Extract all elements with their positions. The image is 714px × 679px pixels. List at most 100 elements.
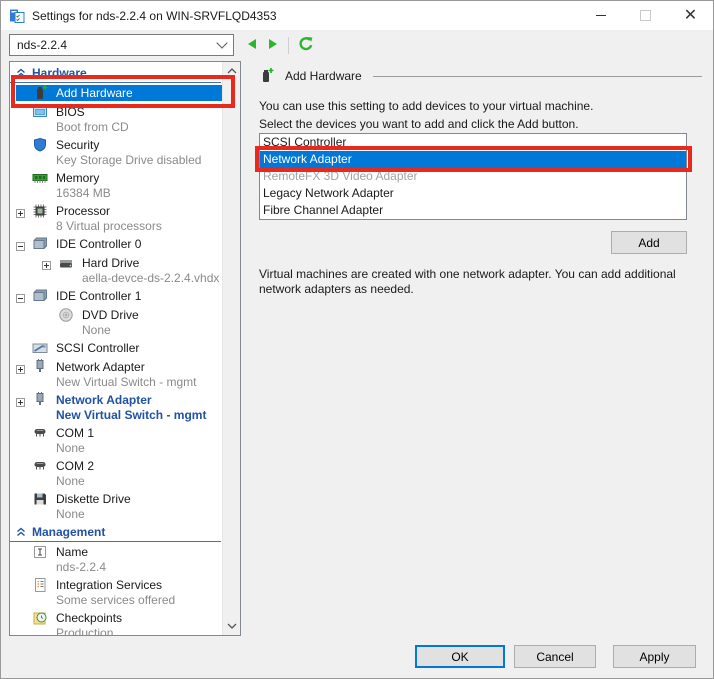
page-title: Add Hardware (285, 69, 362, 83)
add-button[interactable]: Add (611, 231, 687, 254)
chevron-down-icon (216, 37, 227, 48)
sidebar-item-sublabel: Some services offered (56, 593, 223, 607)
sidebar-item-label: Memory (56, 171, 99, 185)
refresh-icon (298, 36, 314, 55)
header-rule (373, 76, 702, 77)
sidebar-item-label: Network Adapter (56, 360, 145, 374)
expand-plus-icon[interactable] (16, 396, 25, 405)
expand-plus-icon[interactable] (16, 207, 25, 216)
sidebar-item-label: Security (56, 138, 99, 152)
security-shield-icon (32, 137, 48, 153)
sidebar-item-network-adapter[interactable]: Network AdapterNew Virtual Switch - mgmt (10, 392, 223, 422)
apply-button[interactable]: Apply (613, 645, 696, 668)
diskette-icon (32, 491, 48, 507)
device-item-network-adapter[interactable]: Network Adapter (260, 151, 686, 168)
chevrons-up-icon (16, 68, 26, 78)
hyperv-settings-icon (9, 8, 25, 24)
sidebar-section-hardware[interactable]: Hardware (10, 65, 221, 83)
device-item-remotefx-3d-video-adapter[interactable]: RemoteFX 3D Video Adapter (260, 168, 686, 185)
sidebar-item-dvd-drive[interactable]: DVD DriveNone (10, 307, 223, 337)
sidebar-item-checkpoints[interactable]: CheckpointsProduction (10, 610, 223, 635)
sidebar-item-label: IDE Controller 0 (56, 237, 141, 251)
refresh-button[interactable] (298, 36, 314, 55)
sidebar-item-processor[interactable]: Processor8 Virtual processors (10, 203, 223, 233)
bios-icon (32, 104, 48, 120)
sidebar-item-sublabel: Boot from CD (56, 120, 223, 134)
sidebar-item-label: COM 1 (56, 426, 94, 440)
integration-services-icon (32, 577, 48, 593)
sidebar-tree: HardwareAdd HardwareBIOSBoot from CDSecu… (10, 62, 223, 635)
intro-line-1: You can use this setting to add devices … (259, 97, 707, 115)
expand-plus-icon[interactable] (42, 259, 51, 268)
sidebar-item-sublabel: 8 Virtual processors (56, 219, 223, 233)
sidebar-item-label: IDE Controller 1 (56, 289, 141, 303)
network-adapter-icon (32, 359, 48, 375)
sidebar-item-integration-services[interactable]: Integration ServicesSome services offere… (10, 577, 223, 607)
sidebar-item-label: Name (56, 545, 88, 559)
sidebar-item-label: Hard Drive (82, 256, 139, 270)
main-panel: Add Hardware You can use this setting to… (249, 61, 707, 297)
sidebar-item-security[interactable]: SecurityKey Storage Drive disabled (10, 137, 223, 167)
back-button[interactable] (246, 38, 258, 53)
sidebar-item-label: COM 2 (56, 459, 94, 473)
close-button[interactable]: ✕ (668, 1, 713, 30)
sidebar-item-scsi-controller[interactable]: SCSI Controller (10, 340, 223, 356)
main-header: Add Hardware (249, 68, 707, 84)
sidebar-item-ide-controller-1[interactable]: IDE Controller 1 (10, 288, 223, 304)
sidebar-item-ide-controller-0[interactable]: IDE Controller 0 (10, 236, 223, 252)
cancel-button[interactable]: Cancel (514, 645, 596, 668)
nav-toolbar (246, 34, 314, 56)
ok-button[interactable]: OK (415, 645, 505, 668)
section-label: Management (32, 525, 105, 539)
expand-plus-icon[interactable] (16, 363, 25, 372)
sidebar-item-com-1[interactable]: COM 1None (10, 425, 223, 455)
name-icon (32, 544, 48, 560)
sidebar-scrollbar[interactable] (222, 62, 240, 635)
sidebar-item-sublabel: nds-2.2.4 (56, 560, 223, 574)
collapse-minus-icon[interactable] (16, 240, 25, 249)
section-label: Hardware (32, 66, 87, 80)
collapse-minus-icon[interactable] (16, 292, 25, 301)
sidebar-item-network-adapter[interactable]: Network AdapterNew Virtual Switch - mgmt (10, 359, 223, 389)
intro-text: You can use this setting to add devices … (259, 97, 707, 133)
vm-selector-value: nds-2.2.4 (17, 38, 218, 52)
window-controls: ✕ (578, 1, 713, 30)
device-item-fibre-channel-adapter[interactable]: Fibre Channel Adapter (260, 202, 686, 219)
note-text: Virtual machines are created with one ne… (259, 267, 697, 297)
device-listbox[interactable]: SCSI ControllerNetwork AdapterRemoteFX 3… (259, 133, 687, 220)
sidebar-item-diskette-drive[interactable]: Diskette DriveNone (10, 491, 223, 521)
maximize-button[interactable] (623, 1, 668, 30)
add-hardware-icon (32, 85, 48, 101)
hard-drive-icon (58, 255, 74, 271)
sidebar-item-name[interactable]: Namends-2.2.4 (10, 544, 223, 574)
scroll-down-arrow[interactable] (223, 618, 240, 634)
sidebar-item-com-2[interactable]: COM 2None (10, 458, 223, 488)
forward-arrow-icon (267, 38, 279, 53)
sidebar-item-sublabel: New Virtual Switch - mgmt (56, 408, 223, 422)
forward-button[interactable] (267, 38, 279, 53)
sidebar-item-sublabel: None (56, 507, 223, 521)
scsi-controller-icon (32, 340, 48, 356)
sidebar-section-management[interactable]: Management (10, 524, 221, 542)
sidebar-item-sublabel: Key Storage Drive disabled (56, 153, 223, 167)
dvd-drive-icon (58, 307, 74, 323)
device-item-legacy-network-adapter[interactable]: Legacy Network Adapter (260, 185, 686, 202)
sidebar-item-add-hardware[interactable]: Add Hardware (10, 85, 223, 101)
close-icon: ✕ (684, 8, 697, 24)
sidebar-item-sublabel: Production (56, 626, 223, 635)
com-port-icon (32, 458, 48, 474)
maximize-icon (640, 10, 651, 21)
scroll-up-arrow[interactable] (223, 63, 240, 79)
sidebar-item-label: SCSI Controller (56, 341, 139, 355)
network-adapter-icon (32, 392, 48, 408)
processor-icon (32, 203, 48, 219)
memory-icon (32, 170, 48, 186)
vm-selector-dropdown[interactable]: nds-2.2.4 (9, 34, 234, 56)
sidebar-item-memory[interactable]: Memory16384 MB (10, 170, 223, 200)
minimize-button[interactable] (578, 1, 623, 30)
sidebar-item-hard-drive[interactable]: Hard Driveaella-devce-ds-2.2.4.vhdx (10, 255, 223, 285)
sidebar-item-bios[interactable]: BIOSBoot from CD (10, 104, 223, 134)
device-item-scsi-controller[interactable]: SCSI Controller (260, 134, 686, 151)
com-port-icon (32, 425, 48, 441)
sidebar-item-label: Diskette Drive (56, 492, 131, 506)
